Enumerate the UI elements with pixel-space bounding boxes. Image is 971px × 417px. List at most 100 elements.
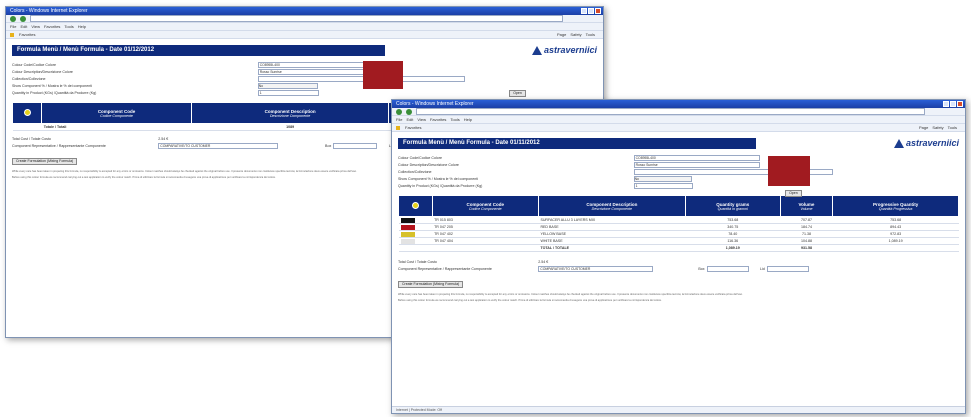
- collection-label: Collection/Collezione: [12, 76, 46, 81]
- lid-field[interactable]: [766, 265, 810, 272]
- menu-tools[interactable]: Tools: [450, 116, 459, 123]
- menu-bar: File Edit View Favorites Tools Help: [6, 23, 603, 31]
- maximize-button[interactable]: [950, 101, 956, 107]
- title-bar: Colors - Windows Internet Explorer: [6, 7, 603, 15]
- favorites-star-icon[interactable]: [396, 125, 400, 130]
- qty-label: Quantity in Product (KGs) /Quantità da P…: [398, 183, 483, 188]
- open-button[interactable]: Open: [509, 90, 526, 97]
- maximize-button[interactable]: [588, 8, 594, 14]
- col-header-code[interactable]: Component Code Codice Componente: [41, 102, 192, 124]
- col-header-desc[interactable]: Component Description Descrizione Compone…: [190, 102, 390, 124]
- col-header-desc[interactable]: Component Description Descrizione Compone…: [537, 195, 686, 217]
- comp-label: Component Representative / Rappresentant…: [398, 266, 492, 271]
- collection-label: Collection/Collezione: [398, 169, 432, 174]
- favorites-label[interactable]: Favorites: [19, 31, 35, 38]
- comp-select[interactable]: COMPARATIVE/TO CUSTOMER: [158, 142, 279, 149]
- menu-tools[interactable]: Tools: [64, 23, 73, 30]
- tools-tools[interactable]: Tools: [586, 31, 595, 38]
- favorites-bar: Favorites Page Safety Tools: [392, 124, 965, 132]
- color-code-field[interactable]: CO8955L400: [633, 154, 761, 161]
- comp-select[interactable]: COMPARATIVE/TO CUSTOMER: [538, 265, 654, 272]
- close-button[interactable]: [957, 101, 963, 107]
- window-controls: [943, 101, 963, 107]
- forward-icon[interactable]: [406, 108, 412, 115]
- menu-favorites[interactable]: Favorites: [44, 23, 60, 30]
- window-controls: [581, 8, 601, 14]
- table-row[interactable]: TR 047 205 RED BASE 340.75 184.74 894.43: [398, 223, 959, 231]
- create-formulation-button[interactable]: Create Formulation (Mixing Formula): [12, 158, 78, 165]
- table-row[interactable]: TR 047 404 WHITE BASE 116.36 104.88 1,089.1…: [398, 237, 959, 245]
- col-header-vol[interactable]: VolumeVolume: [779, 195, 834, 217]
- create-formulation-button[interactable]: Create Formulation (Mixing Formula): [398, 281, 464, 288]
- address-row: [392, 108, 965, 116]
- tools-safety[interactable]: Safety: [932, 124, 943, 131]
- forward-icon[interactable]: [20, 15, 26, 22]
- report-banner: Formula Menù / Menù Formula - Date 01/12…: [12, 43, 597, 57]
- minimize-button[interactable]: [943, 101, 949, 107]
- color-swatch: [363, 61, 403, 89]
- col-header-code[interactable]: Component Code Codice Componente: [431, 195, 539, 217]
- collection-select[interactable]: [257, 75, 466, 82]
- component-table: Component Code Codice Componente Componen…: [398, 195, 959, 252]
- status-bar: Internet | Protected Mode: Off: [392, 406, 965, 413]
- total-label: Totale / Totali: [41, 123, 192, 131]
- box-field[interactable]: [706, 265, 749, 272]
- color-code-label: Colour Code/Codice Colore: [398, 155, 442, 160]
- total-cost-value: 2.54 €: [158, 136, 169, 141]
- menu-edit[interactable]: Edit: [20, 23, 27, 30]
- tools-safety[interactable]: Safety: [570, 31, 581, 38]
- menu-edit[interactable]: Edit: [406, 116, 413, 123]
- tools-page[interactable]: Page: [919, 124, 928, 131]
- favorites-star-icon[interactable]: [10, 32, 14, 37]
- logo-text: astraverniici: [905, 138, 959, 148]
- pin-icon[interactable]: [23, 109, 31, 116]
- company-logo: astraverniici: [893, 138, 959, 148]
- color-desc-label: Colour Description/Descrizione Colore: [398, 162, 459, 167]
- menu-view[interactable]: View: [417, 116, 426, 123]
- logo-text: astraverniici: [543, 45, 597, 55]
- title-bar: Colors - Windows Internet Explorer: [392, 100, 965, 108]
- address-row: [6, 15, 603, 23]
- menu-view[interactable]: View: [31, 23, 40, 30]
- color-desc-field[interactable]: Rosso Sunrise: [633, 161, 761, 168]
- total-cost-label: Total Cost / Totale Costo: [398, 259, 437, 264]
- color-form: Colour Code/Codice Colore CO8955L400 Colo…: [398, 154, 959, 197]
- row-color-chip: [400, 238, 415, 244]
- show-comp-select[interactable]: No: [633, 175, 692, 182]
- table-row[interactable]: TR 047 402 YELLOW BASE 78.40 71.38 972.83: [398, 230, 959, 238]
- tools-tools[interactable]: Tools: [948, 124, 957, 131]
- menu-favorites[interactable]: Favorites: [430, 116, 446, 123]
- minimize-button[interactable]: [581, 8, 587, 14]
- menu-file[interactable]: File: [10, 23, 16, 30]
- col-header-qty[interactable]: Quantity gramsQuantità in grammi: [684, 195, 781, 217]
- row-color-chip: [400, 224, 415, 230]
- logo-triangle-icon: [893, 138, 904, 148]
- address-bar[interactable]: [416, 108, 925, 115]
- qty-field[interactable]: 1: [633, 182, 693, 189]
- back-icon[interactable]: [10, 15, 16, 22]
- row-color-chip: [400, 231, 415, 237]
- close-button[interactable]: [595, 8, 601, 14]
- qty-label: Quantity in Product (KGs) /Quantità da P…: [12, 90, 97, 95]
- box-field[interactable]: [333, 142, 378, 149]
- total-col-a: 1089: [191, 123, 389, 131]
- color-form: Colour Code/Codice Colore CO8955L400 Colo…: [12, 61, 597, 97]
- qty-field[interactable]: 1: [257, 89, 320, 96]
- col-header-prog[interactable]: Progressive Quantity Quantità Progressiva: [832, 195, 959, 217]
- box-label: Box: [698, 266, 705, 271]
- open-button[interactable]: Open: [785, 190, 802, 197]
- show-comp-select[interactable]: No: [257, 82, 319, 89]
- favorites-label[interactable]: Favorites: [405, 124, 421, 131]
- menu-help[interactable]: Help: [464, 116, 472, 123]
- table-total-row: TOTAL / TOTALE 1,089.19 931.58: [398, 244, 959, 252]
- disclaimer-text: While every care has been taken in prepa…: [398, 293, 743, 296]
- table-row[interactable]: TR 015 803 SURFACER ALLU 3 LAYERS MIX 753…: [398, 216, 959, 224]
- menu-help[interactable]: Help: [78, 23, 86, 30]
- tools-page[interactable]: Page: [557, 31, 566, 38]
- back-icon[interactable]: [396, 108, 402, 115]
- page-title: Formula Menù / Menù Formula - Date 01/11…: [398, 137, 756, 149]
- menu-file[interactable]: File: [396, 116, 402, 123]
- address-bar[interactable]: [30, 15, 563, 22]
- pin-icon[interactable]: [411, 202, 419, 209]
- show-comp-label: Show Component % / Mostra le % dei compo…: [12, 83, 93, 88]
